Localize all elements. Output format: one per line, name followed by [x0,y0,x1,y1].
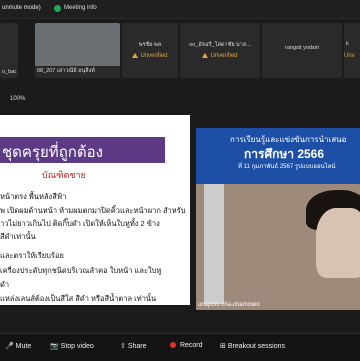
warning-icon [202,53,209,58]
participant-tile[interactable]: 08_207 เสาวณีย์ อนุสิงห์ [35,23,120,78]
meeting-controls: 🎤 Mute 📷 Stop video ⇧ Share Record ⊞ Bre… [0,333,360,361]
slide-line: พ เปิดผมด้านหน้า ห้ามผมตกมาปิดคิ้วและหน้… [0,206,186,215]
speaker-name: unapom cha-chamroen [198,302,260,308]
slide-title: ชุดครุยที่ถูกต้อง [2,144,103,161]
slide-line: สีดำเท่านั้น [0,232,36,241]
speaker-video[interactable]: การเรียนรู้และแข่งขันการนำเสนอ การศึกษา … [196,128,360,310]
speaker-face [316,208,360,278]
banner-line: ที่ 11 กุมภาพันธ์ 2567 รูปแบบออนไลน์ [238,164,336,170]
shared-slide: ชุดครุยที่ถูกต้อง บัณฑิตชาย หน้าตรง พื้น… [0,115,190,305]
slide-line: าวไม่ยาวเกินไป ติดกิ๊บดำ เปิดให้เห็นใบหู… [0,219,160,228]
zoom-level[interactable]: 100% [10,96,25,102]
participant-tile[interactable]: oo_อัจฉรี_โสดาชัย มาล... Unverified [180,23,260,78]
slide-line: ดำ [0,280,10,289]
unmute-mode-label: unmute mode) [2,5,41,11]
slide-line: และตราให้เรียบร้อย [0,251,64,260]
unverified-badge: Unv [344,53,355,59]
slide-line: แหล่งเลนส์ต้องเป็นสีใส สีดำ หรือสีน้ำตาล… [0,294,157,303]
slide-subhead: บัณฑิตชาย [42,170,86,180]
slide-title-bar: ชุดครุยที่ถูกต้อง [0,137,165,163]
meeting-info-button[interactable]: Meeting info [64,5,97,11]
unverified-badge: Unverified [180,53,260,59]
participant-tile[interactable]: พรชัย-พล Unverified [122,23,178,78]
video-background-banner: การเรียนรู้และแข่งขันการนำเสนอ การศึกษา … [196,128,360,184]
record-icon [170,342,176,348]
participant-thumbnail [35,23,120,66]
breakout-icon: ⊞ [220,343,226,350]
top-bar: unmute mode) Meeting info [0,0,360,19]
warning-icon [132,53,139,58]
mute-button[interactable]: 🎤 Mute [5,342,31,350]
stop-video-button[interactable]: 📷 Stop video [50,342,94,350]
participant-name: rangsit yodsiri [285,45,319,51]
meeting-info-icon[interactable] [54,5,61,12]
breakout-sessions-button[interactable]: ⊞ Breakout sessions [220,342,285,350]
participant-tile[interactable]: rangsit yodsiri [262,23,342,78]
participant-strip: o_bac 08_207 เสาวณีย์ อนุสิงห์ พรชัย-พล … [0,23,360,78]
slide-line: เครื่องประดับทุกชนิดบริเวณลำคอ ใบหน้า แล… [0,266,162,275]
participant-name: o_bac [2,69,16,75]
participant-name: 08_207 เสาวณีย์ อนุสิงห์ [37,68,95,74]
microphone-icon: 🎤 [5,343,14,350]
share-icon: ⇧ [120,343,126,350]
share-button[interactable]: ⇧ Share [120,342,147,350]
participant-thumbnail [0,23,18,66]
video-background-object [204,184,224,304]
share-toolbar: 100% [0,92,360,108]
record-button[interactable]: Record [170,342,203,349]
camera-icon: 📷 [50,343,59,350]
slide-line: หน้าตรง พื้นหลังสีฟ้า [0,192,67,201]
participant-tile[interactable]: k Unv [344,23,360,78]
participant-tile[interactable]: o_bac [0,23,18,78]
unverified-badge: Unverified [122,53,178,59]
